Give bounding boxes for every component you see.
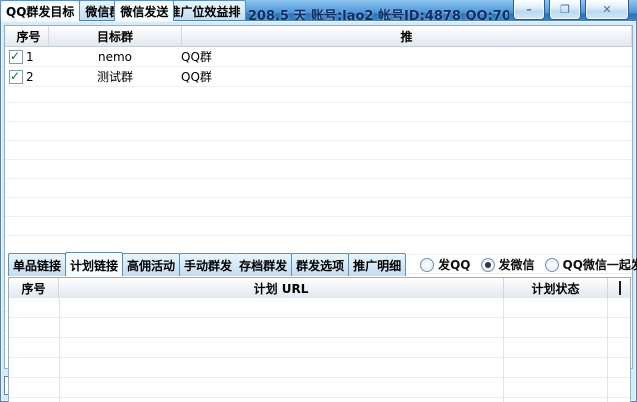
row-checkbox[interactable] [9,49,23,64]
radio-send-both[interactable]: QQ微信一起发 [544,256,637,273]
app-window: 云烟淘客助手标准版V27.4 剩余天数:208.5 天 账号:lao2 帐号ID… [0,0,637,402]
row-checkbox[interactable] [9,69,23,84]
bottom-tab-bar: 单品链接 计划链接 高佣活动 手动群发 存档群发 群发选项 推广明细 发QQ 发… [8,252,637,276]
radio-send-wechat[interactable]: 发微信 [480,256,535,273]
targets-table-header: 序号 目标群 推 [5,26,632,47]
col-plan-status[interactable]: 计划状态 [504,278,608,298]
target-row[interactable]: 1 nemo QQ群 [5,47,632,67]
column-divider [503,298,504,402]
row-type: QQ群 [181,70,212,84]
header-caret [619,281,621,295]
col-plan-index[interactable]: 序号 [9,278,59,298]
tab-promo-rank[interactable]: 推广位效益排 [162,0,247,21]
plan-table-body[interactable] [9,298,630,402]
tab-wechat-send[interactable]: 微信发送 [114,0,175,21]
tab-high-commission[interactable]: 高佣活动 [122,253,181,276]
tab-group-send-options[interactable]: 群发选项 [291,253,350,276]
target-tabs: QQ群发目标 微信群发目标 推广位效益排 [0,0,637,21]
radio-send-wechat-icon [480,257,495,272]
col-index[interactable]: 序号 [5,26,49,46]
row-type: QQ群 [181,50,212,64]
tab-qq-targets[interactable]: QQ群发目标 [0,0,81,21]
radio-send-qq-label: 发QQ [438,258,471,272]
tab-archive-group-send[interactable]: 存档群发 [235,253,293,276]
column-divider [59,298,60,402]
tab-plan-link[interactable]: 计划链接 [65,252,124,276]
plan-table: 序号 计划 URL 计划状态 [8,277,631,402]
row-index: 1 [26,49,34,64]
row-name: nemo [97,49,133,64]
col-type[interactable]: 推 [182,26,632,46]
radio-send-both-label: QQ微信一起发 [562,258,637,272]
row-index: 2 [26,69,34,84]
column-divider [607,298,608,402]
row-name: 测试群 [96,70,133,84]
tab-manual-group-send[interactable]: 手动群发 [179,253,237,276]
radio-send-qq[interactable]: 发QQ [420,256,471,273]
radio-send-wechat-label: 发微信 [498,258,535,272]
plan-table-header: 序号 计划 URL 计划状态 [9,278,630,299]
radio-send-both-icon [544,257,559,272]
col-plan-url[interactable]: 计划 URL [59,278,504,298]
tab-promo-detail[interactable]: 推广明细 [348,253,407,276]
send-mode-radios: 发QQ 发微信 QQ微信一起发 [420,256,637,273]
tab-single-item-link[interactable]: 单品链接 [8,253,67,276]
radio-send-qq-icon [420,257,435,272]
col-target-group[interactable]: 目标群 [49,26,182,46]
target-row[interactable]: 2 测试群 QQ群 [5,67,632,87]
